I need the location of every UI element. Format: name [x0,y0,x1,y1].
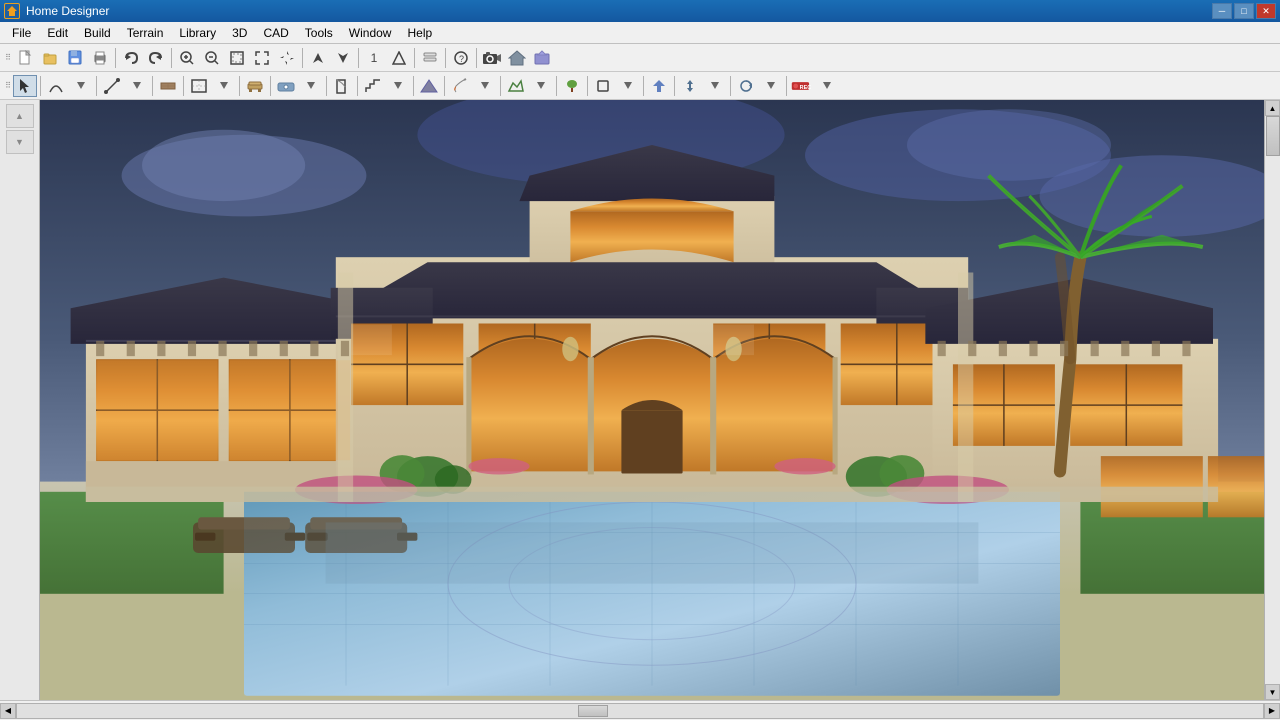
arrows-dropdown[interactable] [703,75,727,97]
zoom-extents-button[interactable] [250,47,274,69]
arrows-tool[interactable] [678,75,702,97]
zoom-in-button[interactable] [175,47,199,69]
window-controls: ─ □ ✕ [1212,3,1276,19]
house-view-button[interactable] [505,47,529,69]
undo-button[interactable] [119,47,143,69]
statusbar: ◀ ▶ [0,700,1280,720]
print-button[interactable] [88,47,112,69]
arc-tool[interactable] [44,75,68,97]
help-button[interactable]: ? [449,47,473,69]
roof-tool[interactable] [417,75,441,97]
line-tool[interactable] [100,75,124,97]
scroll-thumb-vertical[interactable] [1266,116,1280,156]
menu-library[interactable]: Library [171,22,224,43]
record-button[interactable]: REC [790,75,814,97]
object-dropdown[interactable] [299,75,323,97]
scroll-left-button[interactable]: ◀ [0,703,16,719]
menu-help[interactable]: Help [399,22,440,43]
toolbar-2: ⠿ [0,72,1280,100]
export-button[interactable] [530,47,554,69]
up-icon[interactable] [387,47,411,69]
menu-cad[interactable]: CAD [255,22,296,43]
minimize-button[interactable]: ─ [1212,3,1232,19]
stair-dropdown[interactable] [386,75,410,97]
menu-3d[interactable]: 3D [224,22,255,43]
terrain-tool[interactable] [504,75,528,97]
redo-button[interactable] [144,47,168,69]
titlebar: Home Designer ─ □ ✕ [0,0,1280,22]
paint-dropdown[interactable] [473,75,497,97]
menu-tools[interactable]: Tools [297,22,341,43]
wall-tool[interactable] [156,75,180,97]
zoom-fit-button[interactable] [225,47,249,69]
menu-window[interactable]: Window [341,22,400,43]
arc-dropdown[interactable] [69,75,93,97]
toolbar2-grip: ⠿ [4,75,12,97]
new-button[interactable] [13,47,37,69]
scroll-down-button[interactable]: ▼ [1265,684,1280,700]
camera-view-button[interactable] [480,47,504,69]
export2-tool[interactable] [647,75,671,97]
menu-edit[interactable]: Edit [39,22,76,43]
toolbar-1: ⠿ 1 [0,44,1280,72]
plant-tool[interactable] [560,75,584,97]
stair-tool[interactable] [361,75,385,97]
scroll-right-button[interactable]: ▶ [1264,703,1280,719]
right-scrollbar: ▲ ▼ [1264,100,1280,700]
terrain-dropdown[interactable] [529,75,553,97]
menu-terrain[interactable]: Terrain [119,22,172,43]
save-button[interactable] [63,47,87,69]
record-dropdown[interactable] [815,75,839,97]
menu-build[interactable]: Build [76,22,119,43]
arrow-down-button[interactable] [331,47,355,69]
counter-button[interactable]: 1 [362,47,386,69]
panel-down[interactable]: ▼ [6,130,34,154]
room-tool[interactable] [187,75,211,97]
door-tool[interactable] [330,75,354,97]
open-button[interactable] [38,47,62,69]
layers-button[interactable] [418,47,442,69]
app-title: Home Designer [26,4,1212,18]
room-dropdown[interactable] [212,75,236,97]
left-panel: ▲ ▼ [0,100,40,700]
menu-file[interactable]: File [4,22,39,43]
shape-tool[interactable] [591,75,615,97]
paint-tool[interactable] [448,75,472,97]
furniture-tool[interactable] [243,75,267,97]
object-tool[interactable] [274,75,298,97]
scroll-track-vertical[interactable] [1265,116,1280,684]
viewport[interactable] [40,100,1264,700]
panel-up[interactable]: ▲ [6,104,34,128]
select-tool[interactable] [13,75,37,97]
house-scene-svg [40,100,1264,700]
transform-tool[interactable] [734,75,758,97]
app-icon [4,3,20,19]
svg-text:?: ? [459,54,464,64]
close-button[interactable]: ✕ [1256,3,1276,19]
scroll-up-button[interactable]: ▲ [1265,100,1280,116]
maximize-button[interactable]: □ [1234,3,1254,19]
arrow-up-button[interactable] [306,47,330,69]
svg-text:REC: REC [800,85,812,91]
horizontal-scroll-thumb[interactable] [578,705,608,717]
menubar: File Edit Build Terrain Library 3D CAD T… [0,22,1280,44]
pan-button[interactable] [275,47,299,69]
line-dropdown[interactable] [125,75,149,97]
house-render [40,100,1264,700]
transform-dropdown[interactable] [759,75,783,97]
shape-dropdown[interactable] [616,75,640,97]
horizontal-scroll-track[interactable] [16,703,1264,719]
toolbar-grip: ⠿ [4,47,12,69]
main-area: ▲ ▼ [0,100,1280,700]
zoom-out-button[interactable] [200,47,224,69]
